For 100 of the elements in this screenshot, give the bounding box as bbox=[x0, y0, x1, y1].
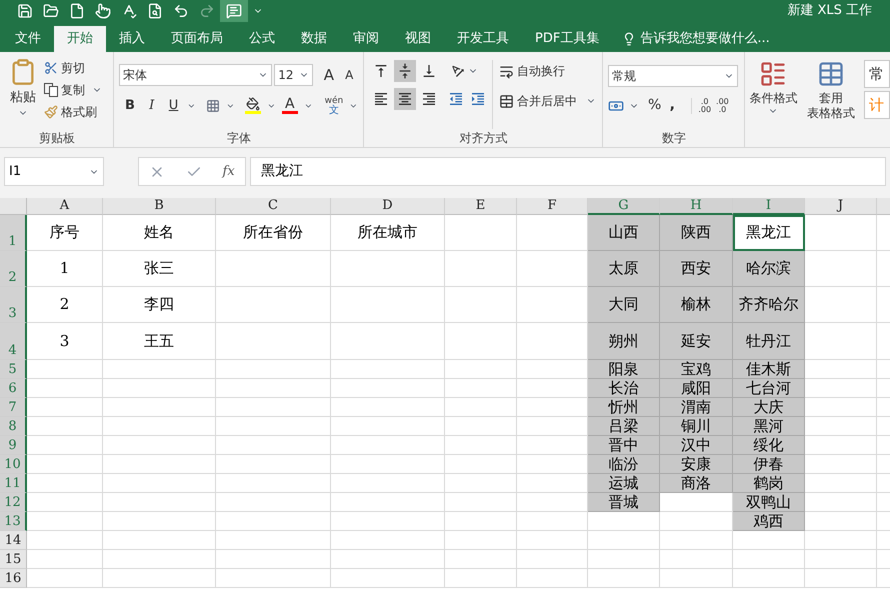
bold-button[interactable]: B bbox=[122, 96, 138, 116]
table-cell bbox=[805, 379, 877, 398]
group-label: 字体 bbox=[227, 130, 251, 147]
table-cell: 运城 bbox=[588, 474, 660, 493]
row-header[interactable]: 7 bbox=[0, 398, 27, 417]
font-size-field[interactable]: 12 bbox=[274, 64, 314, 86]
ribbon-tab[interactable]: 页面布局 bbox=[158, 26, 236, 52]
row-header[interactable]: 14 bbox=[0, 531, 27, 550]
column-header[interactable]: B bbox=[103, 198, 216, 215]
shrink-font-button[interactable]: A bbox=[340, 66, 358, 84]
column-header[interactable]: J bbox=[805, 198, 877, 215]
row-header[interactable]: 11 bbox=[0, 474, 27, 493]
table-cell bbox=[445, 474, 517, 493]
column-header[interactable]: I bbox=[733, 198, 805, 215]
comment-icon[interactable] bbox=[220, 0, 248, 22]
table-cell: 忻州 bbox=[588, 398, 660, 417]
borders-icon[interactable] bbox=[206, 98, 220, 114]
column-header[interactable]: D bbox=[331, 198, 445, 215]
font-color-button[interactable]: A bbox=[282, 97, 298, 114]
row-header[interactable]: 2 bbox=[0, 251, 27, 287]
formula-field[interactable]: 黑龙江 bbox=[250, 157, 886, 186]
cut-button[interactable]: 剪切 bbox=[44, 58, 102, 78]
percent-button[interactable]: % bbox=[648, 95, 662, 116]
decrease-decimal-button[interactable]: .00 .0 bbox=[716, 98, 729, 114]
insert-function-button[interactable]: fx bbox=[222, 162, 235, 182]
cell-style[interactable]: 常 bbox=[864, 60, 890, 88]
row-header[interactable]: 8 bbox=[0, 417, 27, 436]
conditional-format-button[interactable]: 条件格式 bbox=[749, 60, 798, 147]
grow-font-button[interactable]: A bbox=[319, 64, 339, 86]
conditional-format-icon bbox=[759, 60, 788, 88]
paste-button[interactable]: 粘贴 bbox=[6, 58, 40, 129]
table-cell bbox=[805, 287, 877, 323]
scissors-icon bbox=[44, 61, 58, 75]
row-header[interactable]: 15 bbox=[0, 550, 27, 569]
table-cell bbox=[805, 550, 877, 569]
format-painter-button[interactable]: 格式刷 bbox=[44, 102, 102, 122]
row-header[interactable]: 9 bbox=[0, 436, 27, 455]
ribbon-tab[interactable]: 数据 bbox=[288, 26, 340, 52]
row-header[interactable]: 5 bbox=[0, 360, 27, 379]
table-cell bbox=[445, 417, 517, 436]
table-cell: 朔州 bbox=[588, 323, 660, 360]
row-header[interactable]: 13 bbox=[0, 512, 27, 531]
row-header[interactable]: 10 bbox=[0, 455, 27, 474]
table-cell bbox=[733, 550, 805, 569]
column-header[interactable]: G bbox=[588, 198, 660, 215]
table-cell: 鸡西 bbox=[733, 512, 805, 531]
column-header[interactable]: H bbox=[660, 198, 733, 215]
fill-color-icon[interactable] bbox=[245, 97, 262, 114]
copy-button[interactable]: 复制 bbox=[44, 80, 102, 100]
orientation-icon[interactable] bbox=[450, 63, 466, 79]
phonetic-button[interactable]: wén 文 bbox=[324, 96, 344, 116]
underline-button[interactable]: U bbox=[166, 96, 182, 116]
decrease-indent-icon[interactable] bbox=[448, 91, 464, 107]
table-cell: 所在城市 bbox=[331, 215, 445, 251]
font-name-field[interactable]: 宋体 bbox=[119, 64, 272, 86]
ribbon-tab[interactable]: 公式 bbox=[236, 26, 288, 52]
column-header[interactable]: F bbox=[517, 198, 588, 215]
horizontal-align-button[interactable] bbox=[394, 88, 416, 110]
increase-indent-icon[interactable] bbox=[470, 91, 486, 107]
ribbon-tab[interactable]: 视图 bbox=[392, 26, 444, 52]
ribbon-tab[interactable]: 审阅 bbox=[340, 26, 392, 52]
row-header[interactable]: 3 bbox=[0, 287, 27, 323]
table-cell: 太原 bbox=[588, 251, 660, 287]
table-cell: 黑龙江 bbox=[733, 215, 805, 251]
table-cell bbox=[805, 323, 877, 360]
italic-button[interactable]: I bbox=[144, 96, 160, 116]
ribbon-tab[interactable]: PDF工具集 bbox=[522, 26, 612, 52]
format-as-table-button[interactable]: 套用 表格格式 bbox=[802, 60, 860, 147]
table-cell: 2 bbox=[27, 287, 103, 323]
row-header[interactable]: 1 bbox=[0, 215, 27, 251]
table-cell bbox=[805, 493, 877, 512]
column-header[interactable]: A bbox=[27, 198, 103, 215]
merge-center-button[interactable]: 合并后居中 bbox=[499, 90, 596, 112]
vertical-align-button[interactable] bbox=[394, 60, 416, 82]
table-cell: 黑河 bbox=[733, 417, 805, 436]
row-header[interactable]: 12 bbox=[0, 493, 27, 512]
table-cell bbox=[445, 569, 517, 588]
ribbon-tab[interactable]: 文件 bbox=[2, 26, 54, 52]
column-header[interactable]: C bbox=[216, 198, 331, 215]
table-cell: 所在省份 bbox=[216, 215, 331, 251]
name-box[interactable]: I1 bbox=[4, 157, 104, 186]
ribbon-tab[interactable]: 开始 bbox=[54, 26, 106, 52]
row-header[interactable]: 6 bbox=[0, 379, 27, 398]
row-header[interactable]: 16 bbox=[0, 569, 27, 588]
vertical-align-icon bbox=[373, 63, 389, 79]
table-cell bbox=[445, 323, 517, 360]
wrap-text-button[interactable]: 自动换行 bbox=[499, 60, 596, 82]
column-header[interactable]: E bbox=[445, 198, 517, 215]
table-cell: 西安 bbox=[660, 251, 733, 287]
table-cell: 咸阳 bbox=[660, 379, 733, 398]
tell-me-field[interactable]: 告诉我您想要做什么... bbox=[612, 26, 780, 52]
vertical-align-icon bbox=[421, 63, 437, 79]
comma-button[interactable]: , bbox=[666, 95, 678, 116]
ribbon-tab[interactable]: 开发工具 bbox=[444, 26, 522, 52]
increase-decimal-button[interactable]: .0 .00 bbox=[691, 98, 712, 114]
row-header[interactable]: 4 bbox=[0, 323, 27, 360]
table-cell: 晋城 bbox=[588, 493, 660, 512]
table-cell: 佳木斯 bbox=[733, 360, 805, 379]
ribbon-tab[interactable]: 插入 bbox=[106, 26, 158, 52]
number-format-field[interactable]: 常规 bbox=[608, 65, 738, 87]
